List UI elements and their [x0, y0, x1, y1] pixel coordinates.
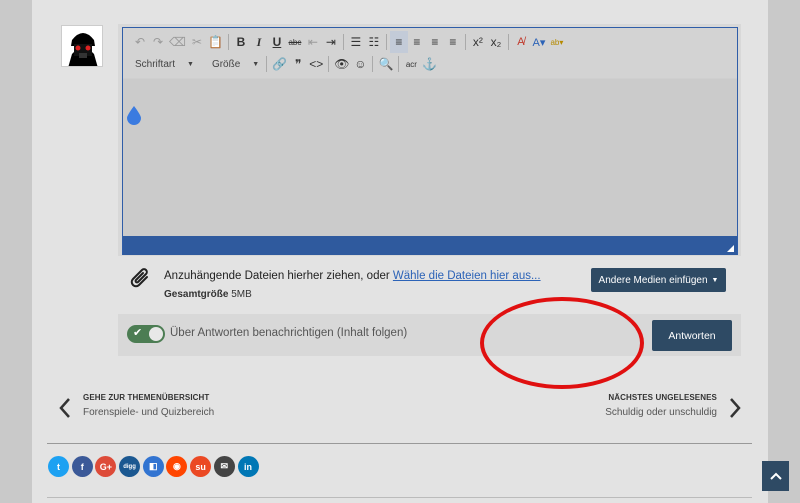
- resize-handle-icon[interactable]: [727, 245, 734, 252]
- align-right-icon[interactable]: ≡: [426, 31, 444, 53]
- indent-icon[interactable]: ⇥: [322, 31, 340, 53]
- submit-row: ✔ Über Antworten benachrichtigen (Inhalt…: [118, 314, 741, 356]
- delicious-icon[interactable]: ◧: [142, 456, 164, 477]
- align-center-icon[interactable]: ≡: [408, 31, 426, 53]
- toolbar-separator: [372, 56, 374, 72]
- chevron-down-icon: ▼: [711, 276, 719, 284]
- google-plus-icon[interactable]: G+: [95, 456, 117, 477]
- divider: [47, 443, 752, 444]
- digg-icon[interactable]: digg: [119, 456, 141, 477]
- drop-instruction: Anzuhängende Dateien hierher ziehen, ode…: [164, 270, 393, 282]
- prev-thread-title: GEHE ZUR THEMENÜBERSICHT: [83, 393, 210, 402]
- toolbar-separator: [227, 34, 229, 50]
- paste-icon[interactable]: 📋: [206, 31, 225, 53]
- toolbar-row-2: Schriftart ▼ Größe ▼ 🔗 ❞ <> 👁 ☺ 🔍 acr ⚓: [131, 53, 439, 75]
- outdent-icon[interactable]: ⇤: [304, 31, 322, 53]
- avatar[interactable]: [61, 25, 103, 67]
- subscript-icon[interactable]: x₂: [487, 31, 505, 53]
- clear-format-icon[interactable]: A̸: [512, 31, 530, 53]
- stumbleupon-icon[interactable]: su: [190, 456, 212, 477]
- italic-icon[interactable]: I: [250, 31, 268, 53]
- scroll-to-top-button[interactable]: [762, 461, 789, 491]
- share-bar: t f G+ digg ◧ ◉ su ✉ in: [48, 456, 261, 477]
- font-family-label: Schriftart: [135, 58, 176, 70]
- follow-label: Über Antworten benachrichtigen (Inhalt f…: [170, 327, 408, 339]
- editor-status-bar: [123, 236, 737, 255]
- link-icon[interactable]: 🔗: [270, 53, 289, 75]
- preview-eye-icon[interactable]: 👁: [332, 53, 351, 75]
- next-thread-link[interactable]: NÄCHSTES UNGELESENES Schuldig oder unsch…: [605, 393, 742, 418]
- facebook-icon[interactable]: f: [71, 456, 93, 477]
- chevron-down-icon: ▼: [187, 60, 194, 68]
- attachment-area[interactable]: Anzuhängende Dateien hierher ziehen, ode…: [118, 256, 741, 314]
- font-size-dropdown[interactable]: Größe ▼: [208, 53, 263, 75]
- cut-icon[interactable]: ✂: [188, 31, 206, 53]
- total-size-value: 5MB: [231, 289, 252, 300]
- toolbar-separator: [266, 56, 268, 72]
- toolbar-separator: [385, 34, 387, 50]
- check-icon: ✔: [133, 327, 143, 339]
- toolbar-separator: [464, 34, 466, 50]
- paperclip-icon: [130, 266, 152, 295]
- align-left-icon[interactable]: ≡: [389, 31, 408, 53]
- annotation-circle: [480, 297, 644, 389]
- bullet-list-icon[interactable]: ☰: [347, 31, 365, 53]
- underline-icon[interactable]: U: [268, 31, 286, 53]
- next-thread-subtitle: Schuldig oder unschuldig: [605, 407, 717, 418]
- toolbar-separator: [507, 34, 509, 50]
- superscript-icon[interactable]: x²: [469, 31, 487, 53]
- numbered-list-icon[interactable]: ☷: [365, 31, 383, 53]
- divider: [47, 497, 752, 498]
- chevron-left-icon: [58, 397, 72, 425]
- toggle-knob: [149, 327, 163, 341]
- toolbar-separator: [328, 56, 330, 72]
- chevron-up-icon: [769, 472, 782, 480]
- anchor-icon[interactable]: ⚓: [420, 53, 439, 75]
- find-replace-icon[interactable]: 🔍: [376, 53, 395, 75]
- editor-toolbar: ↶ ↷ ⌫ ✂ 📋 B I Uabc ⇤ ⇥ ☰ ☷ ≡ ≡ ≡ ≡ x² x₂ A̸ A▾ ab▾ Schriftar…: [123, 28, 737, 78]
- strikethrough-icon[interactable]: abc: [286, 31, 304, 53]
- code-icon[interactable]: <>: [307, 53, 325, 75]
- follow-toggle[interactable]: ✔: [127, 325, 165, 343]
- toolbar-separator: [342, 34, 344, 50]
- rich-text-editor[interactable]: ↶ ↷ ⌫ ✂ 📋 B I Uabc ⇤ ⇥ ☰ ☷ ≡ ≡ ≡ ≡ x² x₂ A̸ A▾ ab▾ Schriftar…: [122, 27, 738, 255]
- toolbar-row-1: ↶ ↷ ⌫ ✂ 📋 B I Uabc ⇤ ⇥ ☰ ☷ ≡ ≡ ≡ ≡ x² x₂ A̸ A▾ ab▾: [131, 31, 566, 53]
- font-size-label: Größe: [211, 58, 241, 70]
- font-family-dropdown[interactable]: Schriftart ▼: [131, 53, 198, 75]
- next-thread-title: NÄCHSTES UNGELESENES: [608, 393, 717, 402]
- prev-thread-link[interactable]: GEHE ZUR THEMENÜBERSICHT Forenspiele- un…: [58, 393, 214, 418]
- chevron-right-icon: [728, 397, 742, 425]
- undo-icon[interactable]: ↶: [131, 31, 149, 53]
- prev-thread-subtitle: Forenspiele- und Quizbereich: [83, 407, 215, 418]
- email-icon[interactable]: ✉: [213, 456, 235, 477]
- toolbar-separator: [398, 56, 400, 72]
- smiley-icon[interactable]: ☺: [351, 53, 369, 75]
- drop-cursor-icon: [126, 105, 142, 130]
- reddit-icon[interactable]: ◉: [166, 456, 188, 477]
- remove-format-icon[interactable]: ⌫: [167, 31, 188, 53]
- insert-media-button[interactable]: Andere Medien einfügen ▼: [591, 268, 726, 292]
- insert-media-label: Andere Medien einfügen: [598, 274, 708, 286]
- choose-files-link[interactable]: Wähle die Dateien hier aus...: [393, 270, 541, 282]
- total-size: Gesamtgröße 5MB: [164, 289, 252, 300]
- highlight-icon[interactable]: ab▾: [548, 31, 566, 53]
- align-justify-icon[interactable]: ≡: [444, 31, 462, 53]
- twitter-icon[interactable]: t: [48, 456, 69, 477]
- attachment-drop-text: Anzuhängende Dateien hierher ziehen, ode…: [164, 270, 541, 282]
- text-color-icon[interactable]: A▾: [530, 31, 548, 53]
- total-size-label: Gesamtgröße: [164, 289, 229, 300]
- reply-button[interactable]: Antworten: [652, 320, 732, 351]
- bold-icon[interactable]: B: [232, 31, 250, 53]
- editor-content-area[interactable]: [123, 79, 737, 236]
- acronym-icon[interactable]: acr: [402, 53, 420, 75]
- quote-icon[interactable]: ❞: [289, 53, 307, 75]
- chevron-down-icon: ▼: [252, 60, 260, 68]
- redo-icon[interactable]: ↷: [149, 31, 167, 53]
- linkedin-icon[interactable]: in: [237, 456, 259, 477]
